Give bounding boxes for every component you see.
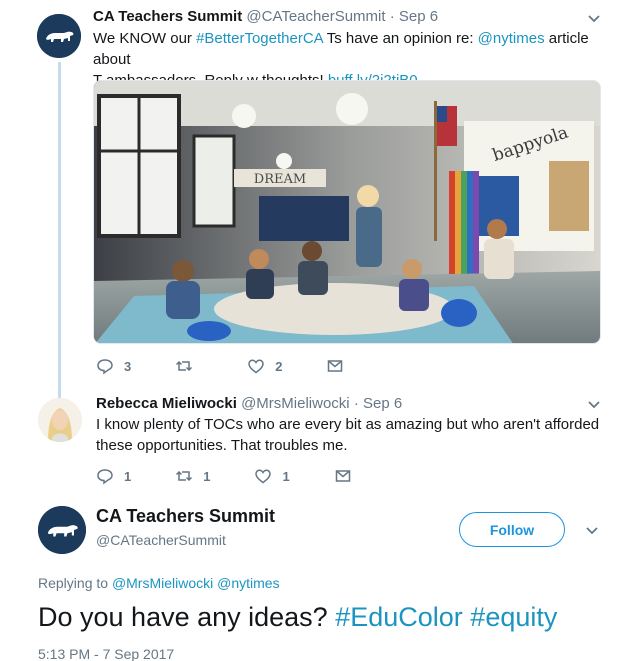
text-line: these opportunities. That troubles me.: [96, 437, 348, 454]
focus-tweet-text: Do you have any ideas? #EduColor #equity: [38, 600, 557, 634]
author-handle[interactable]: @MrsMieliwocki: [241, 395, 350, 412]
retweet-icon: [176, 360, 193, 372]
like-count: 2: [275, 358, 283, 374]
message-button[interactable]: [334, 467, 362, 485]
text-segment: We KNOW our: [93, 30, 197, 47]
tweet2-text: I know plenty of TOCs who are every bit …: [96, 414, 616, 456]
reply-count: 1: [124, 468, 132, 484]
like-button[interactable]: 1: [254, 467, 290, 485]
reply-button[interactable]: 1: [96, 467, 131, 485]
hashtag-link[interactable]: #EduColor: [335, 602, 463, 632]
author-handle[interactable]: @CATeacherSummit: [96, 532, 226, 548]
bear-avatar-icon[interactable]: [38, 506, 86, 554]
like-count: 1: [282, 468, 290, 484]
hashtag-link[interactable]: #equity: [470, 602, 557, 632]
chevron-down-icon[interactable]: [586, 396, 602, 412]
replying-to: Replying to @MrsMieliwocki @nytimes: [38, 575, 280, 591]
reply-count: 3: [124, 358, 132, 374]
message-button[interactable]: [326, 357, 354, 375]
retweet-icon: [176, 470, 193, 482]
text-line: I know plenty of TOCs who are every bit …: [96, 416, 600, 433]
mention-link[interactable]: @nytimes: [478, 30, 545, 47]
chevron-down-icon[interactable]: [584, 522, 600, 538]
author-name[interactable]: CA Teachers Summit: [96, 506, 275, 527]
thread-line: [58, 62, 61, 400]
classroom-photo: DREAM bappyola: [94, 81, 600, 343]
reply-icon: [97, 359, 113, 375]
retweet-button[interactable]: 1: [175, 467, 210, 485]
tweet2-actions: 1 1 1: [96, 467, 406, 485]
like-icon: [255, 469, 272, 484]
tweet2-header: Rebecca Mieliwocki @MrsMieliwocki · Sep …: [96, 395, 402, 412]
tweet-timestamp[interactable]: 5:13 PM - 7 Sep 2017: [38, 646, 174, 661]
retweet-button[interactable]: [175, 357, 203, 375]
reply-button[interactable]: 3: [96, 357, 131, 375]
replying-mentions[interactable]: @MrsMieliwocki @nytimes: [112, 575, 280, 591]
like-icon: [248, 359, 264, 374]
author-name[interactable]: CA Teachers Summit: [93, 8, 242, 25]
retweet-count: 1: [203, 468, 211, 484]
dream-sign-text: DREAM: [254, 172, 306, 187]
like-button[interactable]: 2: [247, 357, 282, 375]
author-handle[interactable]: @CATeacherSummit: [246, 8, 385, 25]
follow-button[interactable]: Follow: [459, 512, 565, 547]
text-segment: Ts have an opinion re:: [322, 30, 478, 47]
bear-avatar-icon[interactable]: [37, 14, 81, 58]
user-avatar[interactable]: [38, 398, 82, 442]
reply-icon: [97, 469, 113, 485]
message-icon: [335, 470, 350, 482]
hashtag-link[interactable]: #BetterTogetherCA: [196, 30, 323, 47]
message-icon: [328, 360, 343, 372]
tweet-date[interactable]: Sep 6: [399, 8, 438, 25]
separator-dot: ·: [353, 395, 359, 412]
author-name[interactable]: Rebecca Mieliwocki: [96, 395, 237, 412]
tweet1-header: CA Teachers Summit @CATeacherSummit · Se…: [93, 8, 438, 25]
chevron-down-icon[interactable]: [586, 10, 602, 26]
tweet-media-image[interactable]: DREAM bappyola: [93, 80, 601, 344]
tweet-date[interactable]: Sep 6: [363, 395, 402, 412]
replying-prefix: Replying to: [38, 575, 112, 591]
text-segment: Do you have any ideas?: [38, 602, 336, 632]
separator-dot: ·: [389, 8, 395, 25]
tweet1-actions: 3 2: [96, 357, 398, 375]
